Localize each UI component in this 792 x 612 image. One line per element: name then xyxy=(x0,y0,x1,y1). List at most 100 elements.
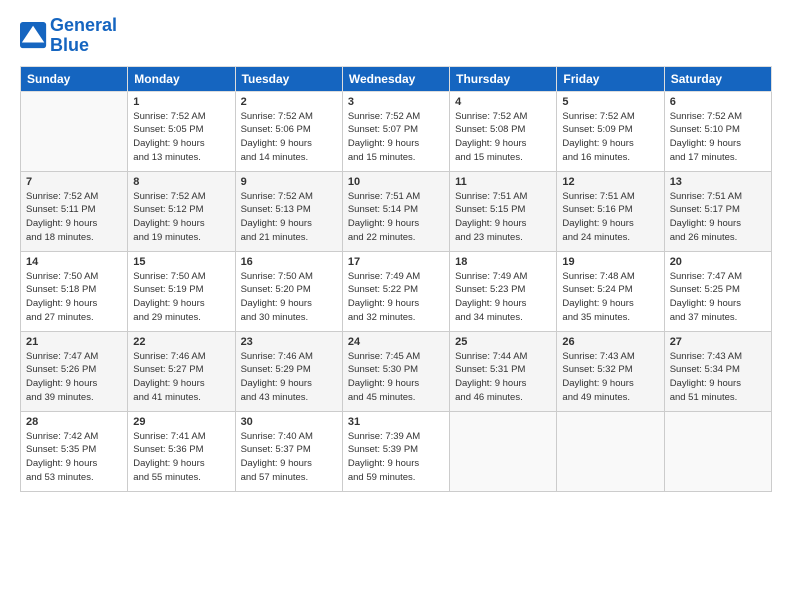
day-info: Sunrise: 7:51 AM Sunset: 5:16 PM Dayligh… xyxy=(562,190,658,245)
day-info: Sunrise: 7:46 AM Sunset: 5:29 PM Dayligh… xyxy=(241,350,337,405)
day-info: Sunrise: 7:41 AM Sunset: 5:36 PM Dayligh… xyxy=(133,430,229,485)
calendar-table: SundayMondayTuesdayWednesdayThursdayFrid… xyxy=(20,66,772,492)
day-info: Sunrise: 7:52 AM Sunset: 5:10 PM Dayligh… xyxy=(670,110,766,165)
day-cell: 12 Sunrise: 7:51 AM Sunset: 5:16 PM Dayli… xyxy=(557,171,664,251)
day-cell xyxy=(557,411,664,491)
day-number: 27 xyxy=(670,336,766,348)
day-cell: 20 Sunrise: 7:47 AM Sunset: 5:25 PM Dayli… xyxy=(664,251,771,331)
day-cell: 17 Sunrise: 7:49 AM Sunset: 5:22 PM Dayli… xyxy=(342,251,449,331)
day-cell: 25Sunrise: 7:44 AM Sunset: 5:31 PM Dayli… xyxy=(450,331,557,411)
day-info: Sunrise: 7:52 AM Sunset: 5:13 PM Dayligh… xyxy=(241,190,337,245)
day-number: 2 xyxy=(241,96,337,108)
day-info: Sunrise: 7:43 AM Sunset: 5:32 PM Dayligh… xyxy=(562,350,658,405)
day-number: 3 xyxy=(348,96,444,108)
day-number: 1 xyxy=(133,96,229,108)
day-info: Sunrise: 7:47 AM Sunset: 5:26 PM Dayligh… xyxy=(26,350,122,405)
day-cell: 9 Sunrise: 7:52 AM Sunset: 5:13 PM Daylig… xyxy=(235,171,342,251)
day-number: 12 xyxy=(562,176,658,188)
col-header-thursday: Thursday xyxy=(450,66,557,91)
day-number: 29 xyxy=(133,416,229,428)
day-cell: 8 Sunrise: 7:52 AM Sunset: 5:12 PM Daylig… xyxy=(128,171,235,251)
day-cell: 15 Sunrise: 7:50 AM Sunset: 5:19 PM Dayli… xyxy=(128,251,235,331)
day-info: Sunrise: 7:49 AM Sunset: 5:23 PM Dayligh… xyxy=(455,270,551,325)
col-header-saturday: Saturday xyxy=(664,66,771,91)
day-cell: 13Sunrise: 7:51 AM Sunset: 5:17 PM Dayli… xyxy=(664,171,771,251)
day-cell: 22 Sunrise: 7:46 AM Sunset: 5:27 PM Dayli… xyxy=(128,331,235,411)
day-number: 9 xyxy=(241,176,337,188)
day-number: 19 xyxy=(562,256,658,268)
day-info: Sunrise: 7:45 AM Sunset: 5:30 PM Dayligh… xyxy=(348,350,444,405)
day-cell: 18Sunrise: 7:49 AM Sunset: 5:23 PM Dayli… xyxy=(450,251,557,331)
day-cell: 7Sunrise: 7:52 AM Sunset: 5:11 PM Daylig… xyxy=(21,171,128,251)
day-cell: 27Sunrise: 7:43 AM Sunset: 5:34 PM Dayli… xyxy=(664,331,771,411)
col-header-wednesday: Wednesday xyxy=(342,66,449,91)
day-info: Sunrise: 7:52 AM Sunset: 5:06 PM Dayligh… xyxy=(241,110,337,165)
day-cell: 5 Sunrise: 7:52 AM Sunset: 5:09 PM Daylig… xyxy=(557,91,664,171)
week-row-4: 21 Sunrise: 7:47 AM Sunset: 5:26 PM Dayli… xyxy=(21,331,772,411)
day-info: Sunrise: 7:50 AM Sunset: 5:18 PM Dayligh… xyxy=(26,270,122,325)
day-info: Sunrise: 7:52 AM Sunset: 5:11 PM Dayligh… xyxy=(26,190,122,245)
day-cell: 3 Sunrise: 7:52 AM Sunset: 5:07 PM Daylig… xyxy=(342,91,449,171)
week-row-5: 28Sunrise: 7:42 AM Sunset: 5:35 PM Dayli… xyxy=(21,411,772,491)
day-info: Sunrise: 7:48 AM Sunset: 5:24 PM Dayligh… xyxy=(562,270,658,325)
day-number: 5 xyxy=(562,96,658,108)
logo-icon xyxy=(20,22,48,50)
col-header-sunday: Sunday xyxy=(21,66,128,91)
day-cell: 30 Sunrise: 7:40 AM Sunset: 5:37 PM Dayli… xyxy=(235,411,342,491)
week-row-1: 1 Sunrise: 7:52 AM Sunset: 5:05 PM Daylig… xyxy=(21,91,772,171)
day-cell xyxy=(450,411,557,491)
day-info: Sunrise: 7:52 AM Sunset: 5:09 PM Dayligh… xyxy=(562,110,658,165)
header: General Blue xyxy=(20,16,772,56)
day-info: Sunrise: 7:40 AM Sunset: 5:37 PM Dayligh… xyxy=(241,430,337,485)
day-number: 6 xyxy=(670,96,766,108)
day-number: 14 xyxy=(26,256,122,268)
day-info: Sunrise: 7:52 AM Sunset: 5:12 PM Dayligh… xyxy=(133,190,229,245)
day-cell xyxy=(21,91,128,171)
day-number: 22 xyxy=(133,336,229,348)
day-cell xyxy=(664,411,771,491)
day-number: 24 xyxy=(348,336,444,348)
day-cell: 10Sunrise: 7:51 AM Sunset: 5:14 PM Dayli… xyxy=(342,171,449,251)
day-info: Sunrise: 7:39 AM Sunset: 5:39 PM Dayligh… xyxy=(348,430,444,485)
logo: General Blue xyxy=(20,16,117,56)
day-number: 30 xyxy=(241,416,337,428)
day-number: 20 xyxy=(670,256,766,268)
day-number: 28 xyxy=(26,416,122,428)
day-info: Sunrise: 7:49 AM Sunset: 5:22 PM Dayligh… xyxy=(348,270,444,325)
col-header-tuesday: Tuesday xyxy=(235,66,342,91)
day-info: Sunrise: 7:51 AM Sunset: 5:17 PM Dayligh… xyxy=(670,190,766,245)
day-number: 8 xyxy=(133,176,229,188)
col-header-monday: Monday xyxy=(128,66,235,91)
day-cell: 24 Sunrise: 7:45 AM Sunset: 5:30 PM Dayli… xyxy=(342,331,449,411)
day-cell: 14 Sunrise: 7:50 AM Sunset: 5:18 PM Dayli… xyxy=(21,251,128,331)
day-cell: 31 Sunrise: 7:39 AM Sunset: 5:39 PM Dayli… xyxy=(342,411,449,491)
day-number: 31 xyxy=(348,416,444,428)
day-number: 4 xyxy=(455,96,551,108)
col-header-friday: Friday xyxy=(557,66,664,91)
day-number: 15 xyxy=(133,256,229,268)
day-cell: 28Sunrise: 7:42 AM Sunset: 5:35 PM Dayli… xyxy=(21,411,128,491)
calendar-page: General Blue SundayMondayTuesdayWednesda… xyxy=(0,0,792,612)
day-cell: 2 Sunrise: 7:52 AM Sunset: 5:06 PM Daylig… xyxy=(235,91,342,171)
day-info: Sunrise: 7:46 AM Sunset: 5:27 PM Dayligh… xyxy=(133,350,229,405)
day-number: 26 xyxy=(562,336,658,348)
day-info: Sunrise: 7:52 AM Sunset: 5:07 PM Dayligh… xyxy=(348,110,444,165)
day-info: Sunrise: 7:50 AM Sunset: 5:19 PM Dayligh… xyxy=(133,270,229,325)
week-row-3: 14 Sunrise: 7:50 AM Sunset: 5:18 PM Dayli… xyxy=(21,251,772,331)
day-info: Sunrise: 7:44 AM Sunset: 5:31 PM Dayligh… xyxy=(455,350,551,405)
day-number: 21 xyxy=(26,336,122,348)
day-cell: 19 Sunrise: 7:48 AM Sunset: 5:24 PM Dayli… xyxy=(557,251,664,331)
day-cell: 16Sunrise: 7:50 AM Sunset: 5:20 PM Dayli… xyxy=(235,251,342,331)
day-info: Sunrise: 7:52 AM Sunset: 5:08 PM Dayligh… xyxy=(455,110,551,165)
day-number: 16 xyxy=(241,256,337,268)
week-row-2: 7Sunrise: 7:52 AM Sunset: 5:11 PM Daylig… xyxy=(21,171,772,251)
day-info: Sunrise: 7:52 AM Sunset: 5:05 PM Dayligh… xyxy=(133,110,229,165)
day-info: Sunrise: 7:51 AM Sunset: 5:14 PM Dayligh… xyxy=(348,190,444,245)
day-number: 23 xyxy=(241,336,337,348)
day-cell: 29 Sunrise: 7:41 AM Sunset: 5:36 PM Dayli… xyxy=(128,411,235,491)
logo-text: General Blue xyxy=(50,16,117,56)
day-cell: 6 Sunrise: 7:52 AM Sunset: 5:10 PM Daylig… xyxy=(664,91,771,171)
day-number: 17 xyxy=(348,256,444,268)
day-info: Sunrise: 7:47 AM Sunset: 5:25 PM Dayligh… xyxy=(670,270,766,325)
day-cell: 23 Sunrise: 7:46 AM Sunset: 5:29 PM Dayli… xyxy=(235,331,342,411)
